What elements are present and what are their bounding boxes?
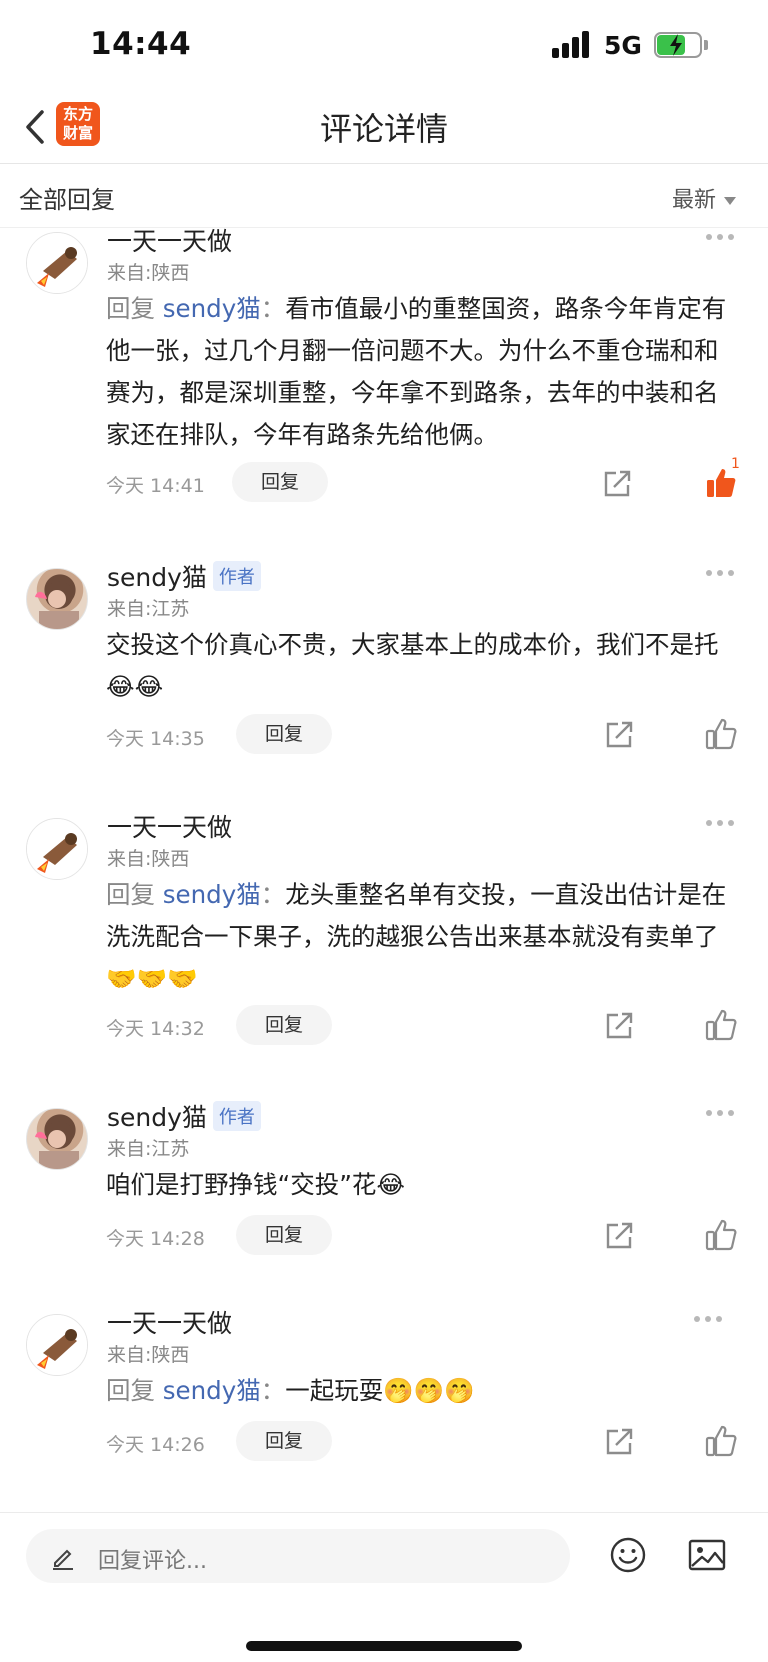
reply-target[interactable]: sendy猫: [163, 880, 261, 909]
comment-time: 今天 14:32: [106, 1018, 205, 1040]
status-bar: 14:44 5G: [0, 0, 768, 90]
user-name[interactable]: 一天一天做: [107, 1304, 232, 1340]
avatar[interactable]: [26, 1314, 88, 1376]
more-dots-icon[interactable]: [706, 232, 736, 242]
reply-placeholder: 回复评论...: [98, 1549, 207, 1574]
signal-icon: [552, 30, 594, 58]
reply-prefix: 回复: [106, 294, 155, 323]
share-icon[interactable]: [600, 467, 634, 501]
section-header: 全部回复 最新: [0, 164, 768, 228]
reply-button[interactable]: 回复: [236, 714, 332, 754]
user-name-text: sendy猫: [107, 1103, 207, 1132]
bottom-bar: 回复评论...: [0, 1512, 768, 1662]
comment-time: 今天 14:28: [106, 1228, 205, 1250]
comment-text: 咱们是打野挣钱“交投”花😂: [106, 1170, 406, 1199]
comment-text: 回复 sendy猫：龙头重整名单有交投，一直没出估计是在洗洗配合一下果子，洗的越…: [106, 874, 736, 1000]
thumbs-up-icon[interactable]: [704, 1218, 738, 1252]
thumbs-up-icon[interactable]: [704, 1424, 738, 1458]
comment-time: 今天 14:26: [106, 1434, 205, 1456]
reply-button[interactable]: 回复: [236, 1005, 332, 1045]
share-icon[interactable]: [602, 718, 636, 752]
user-name[interactable]: 一天一天做: [107, 808, 232, 844]
more-dots-icon[interactable]: [694, 1314, 724, 1324]
user-name[interactable]: sendy猫 作者: [107, 1098, 261, 1134]
reply-button[interactable]: 回复: [232, 462, 328, 502]
avatar[interactable]: [26, 1108, 88, 1170]
more-dots-icon[interactable]: [706, 818, 736, 828]
reply-separator: ：: [260, 1376, 286, 1405]
comment-body: 一起玩耍🤭🤭🤭: [285, 1376, 475, 1405]
like-count: 1: [731, 456, 740, 472]
reply-prefix: 回复: [106, 1376, 155, 1405]
author-badge: 作者: [212, 561, 261, 591]
home-indicator: [246, 1641, 522, 1651]
reply-prefix: 回复: [106, 880, 155, 909]
nav-bar: 东方 财富 评论详情: [0, 90, 768, 164]
share-icon[interactable]: [602, 1009, 636, 1043]
location: 来自:江苏: [107, 1138, 190, 1160]
network-type: 5G: [604, 31, 642, 60]
reply-target[interactable]: sendy猫: [163, 294, 261, 323]
user-name[interactable]: 一天一天做: [107, 222, 232, 258]
reply-target[interactable]: sendy猫: [163, 1376, 261, 1405]
reply-button[interactable]: 回复: [236, 1215, 332, 1255]
emoji-icon[interactable]: [610, 1537, 646, 1577]
reply-button[interactable]: 回复: [236, 1421, 332, 1461]
status-time: 14:44: [90, 26, 192, 62]
comment-text: 回复 sendy猫：一起玩耍🤭🤭🤭: [106, 1370, 736, 1412]
location: 来自:陕西: [107, 1344, 190, 1366]
share-icon[interactable]: [602, 1219, 636, 1253]
user-name[interactable]: sendy猫 作者: [107, 558, 261, 594]
author-badge: 作者: [212, 1101, 261, 1131]
chevron-down-icon: [724, 197, 736, 205]
image-icon[interactable]: [688, 1539, 726, 1575]
reply-input[interactable]: 回复评论...: [26, 1529, 570, 1583]
more-dots-icon[interactable]: [706, 568, 736, 578]
avatar[interactable]: [26, 232, 88, 294]
reply-separator: ：: [260, 294, 286, 323]
avatar[interactable]: [26, 568, 88, 630]
comment-time: 今天 14:35: [106, 728, 205, 750]
reply-separator: ：: [260, 880, 286, 909]
pencil-icon: [50, 1544, 76, 1574]
share-icon[interactable]: [602, 1425, 636, 1459]
page-title: 评论详情: [319, 110, 448, 148]
location: 来自:陕西: [107, 262, 190, 284]
sort-label: 最新: [671, 188, 716, 213]
battery-icon: [654, 32, 708, 58]
user-name-text: sendy猫: [107, 563, 207, 592]
section-title: 全部回复: [19, 186, 115, 214]
avatar[interactable]: [26, 818, 88, 880]
location: 来自:陕西: [107, 848, 190, 870]
comment-time: 今天 14:41: [106, 475, 205, 497]
location: 来自:江苏: [107, 598, 190, 620]
comment-text: 交投这个价真心不贵，大家基本上的成本价，我们不是托😂😂: [106, 630, 719, 701]
sort-dropdown[interactable]: 最新: [672, 182, 736, 214]
comment-text: 回复 sendy猫：看市值最小的重整国资，路条今年肯定有他一张，过几个月翻一倍问…: [106, 288, 736, 456]
thumbs-up-icon[interactable]: [704, 717, 738, 751]
thumbs-up-icon[interactable]: [704, 1008, 738, 1042]
more-dots-icon[interactable]: [706, 1108, 736, 1118]
